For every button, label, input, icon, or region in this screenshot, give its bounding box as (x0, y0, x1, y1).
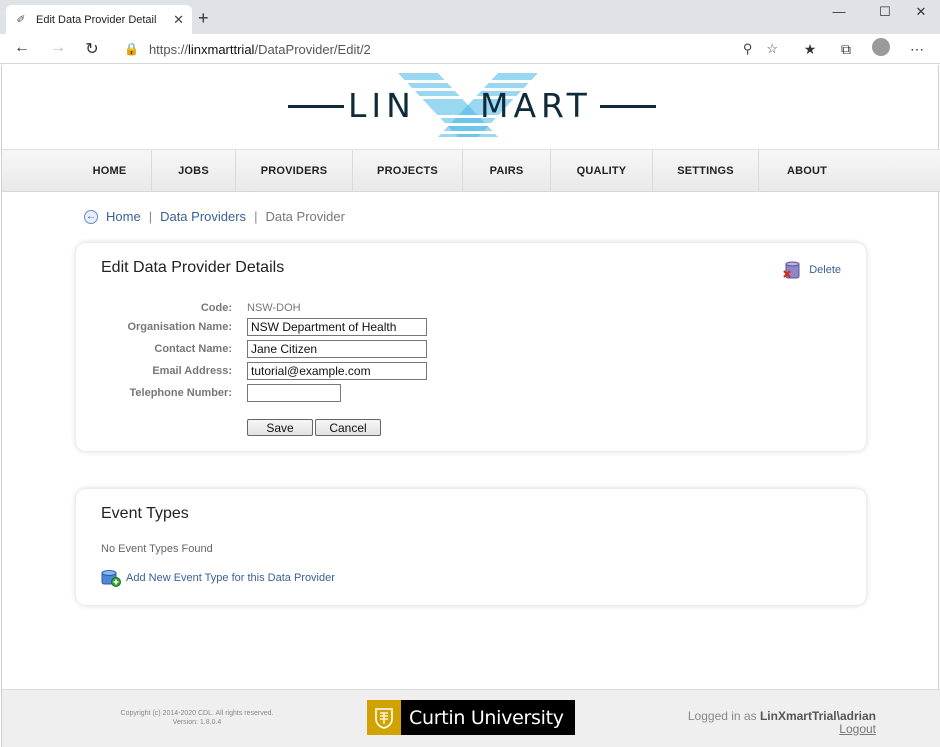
delete-label: Delete (809, 264, 841, 276)
contact-label: Contact Name: (154, 343, 232, 355)
cancel-button[interactable]: Cancel (315, 419, 381, 436)
forward-icon[interactable]: → (46, 39, 70, 57)
organisation-name-input[interactable] (247, 318, 427, 336)
delete-icon (783, 261, 800, 279)
save-button[interactable]: Save (247, 419, 313, 436)
footer: Copyright (c) 2014-2020 CDL. All rights … (2, 689, 940, 747)
add-event-type-link[interactable]: Add New Event Type for this Data Provide… (101, 569, 335, 587)
logo-text-left: LIN (348, 86, 416, 125)
logged-in-prefix: Logged in as (687, 709, 757, 723)
curtin-university-logo: Curtin University (367, 700, 575, 735)
event-types-title: Event Types (101, 505, 189, 522)
logo-line-left (288, 105, 344, 108)
browser-toolbar: ← → ↻ 🔒 https://linxmarttrial/DataProvid… (0, 34, 940, 64)
breadcrumb-current: Data Provider (265, 209, 345, 224)
breadcrumb: ← Home | Data Providers | Data Provider (84, 209, 345, 224)
tab-favicon-icon: ✐ (16, 14, 26, 26)
minimize-icon[interactable]: — (824, 4, 854, 19)
contact-name-input[interactable] (247, 340, 427, 358)
maximize-icon[interactable]: ☐ (870, 4, 900, 20)
profile-avatar[interactable] (872, 38, 890, 56)
details-title: Edit Data Provider Details (101, 259, 285, 276)
event-types-card: Event Types No Event Types Found Add New… (76, 489, 866, 605)
breadcrumb-data-providers[interactable]: Data Providers (160, 209, 246, 224)
details-card: Edit Data Provider Details Delete Code: … (76, 243, 866, 451)
curtin-crest-icon (367, 700, 401, 735)
phone-label: Telephone Number: (129, 387, 232, 399)
code-label: Code: (200, 302, 232, 314)
breadcrumb-separator: | (148, 209, 153, 224)
close-window-icon[interactable]: ✕ (906, 4, 936, 20)
phone-row: Telephone Number: (76, 383, 496, 403)
code-row: Code: NSW-DOH (76, 298, 496, 318)
refresh-icon[interactable]: ↻ (80, 39, 104, 59)
page: LIN MART HOME JOBS PROVIDERS PROJECTS PA… (1, 65, 940, 747)
menu-about[interactable]: ABOUT (759, 150, 855, 192)
menu-projects[interactable]: PROJECTS (353, 150, 463, 192)
email-address-input[interactable] (247, 362, 427, 380)
collections-icon[interactable]: ⧉ (834, 41, 858, 58)
back-arrow-icon[interactable]: ← (84, 209, 98, 224)
main-menu: HOME JOBS PROVIDERS PROJECTS PAIRS QUALI… (2, 149, 940, 192)
linxmart-logo: LIN MART (288, 73, 656, 137)
browser-titlebar: ✐ Edit Data Provider Detail ✕ + — ☐ ✕ (0, 0, 940, 34)
address-bar[interactable]: 🔒 https://linxmarttrial/DataProvider/Edi… (114, 37, 788, 61)
url-prefix: https:// (148, 41, 188, 57)
menu-home[interactable]: HOME (68, 150, 152, 192)
menu-pairs[interactable]: PAIRS (463, 150, 551, 192)
url-text[interactable]: https://linxmarttrial/DataProvider/Edit/… (149, 42, 729, 57)
version-line: Version: 1.8.0.4 (172, 719, 222, 726)
organisation-row: Organisation Name: (76, 317, 496, 337)
zoom-icon[interactable]: ⚲ (743, 41, 753, 57)
email-row: Email Address: (76, 361, 496, 381)
copyright-line: Copyright (c) 2014-2020 CDL. All rights … (120, 710, 274, 717)
add-database-icon (101, 570, 121, 587)
add-event-type-label: Add New Event Type for this Data Provide… (126, 572, 335, 584)
more-menu-icon[interactable]: ⋯ (905, 41, 929, 58)
email-label: Email Address: (152, 365, 232, 377)
breadcrumb-home[interactable]: Home (106, 209, 141, 224)
menu-jobs[interactable]: JOBS (152, 150, 236, 192)
logged-in-user: LinXmartTrial\adrian (759, 709, 876, 723)
new-tab-icon[interactable]: + (198, 8, 209, 29)
no-event-types-text: No Event Types Found (101, 543, 213, 555)
telephone-number-input[interactable] (247, 384, 341, 402)
logout-link[interactable]: Logout (688, 723, 876, 736)
menu-providers[interactable]: PROVIDERS (236, 150, 353, 192)
favorites-list-icon[interactable]: ★ (798, 41, 822, 58)
copyright-text: Copyright (c) 2014-2020 CDL. All rights … (102, 709, 292, 727)
organisation-label: Organisation Name: (127, 321, 232, 333)
back-icon[interactable]: ← (10, 39, 34, 57)
logo-text-right: MART (480, 86, 592, 125)
tab-title: Edit Data Provider Detail (36, 13, 157, 26)
logo-line-right (600, 105, 656, 108)
menu-settings[interactable]: SETTINGS (653, 150, 759, 192)
favorite-star-icon[interactable]: ☆ (766, 41, 778, 57)
browser-tab[interactable]: ✐ Edit Data Provider Detail ✕ (6, 5, 192, 34)
university-name: Curtin University (409, 706, 564, 729)
tab-close-icon[interactable]: ✕ (173, 12, 184, 28)
url-path: /DataProvider/Edit/2 (254, 41, 371, 57)
breadcrumb-separator: | (254, 209, 258, 224)
lock-icon: 🔒 (124, 42, 139, 56)
menu-quality[interactable]: QUALITY (551, 150, 653, 192)
contact-row: Contact Name: (76, 339, 496, 359)
url-host: linxmarttrial (187, 41, 255, 57)
code-value: NSW-DOH (247, 302, 301, 314)
login-info: Logged in as LinXmartTrial\adrian Logout (688, 710, 876, 736)
delete-button[interactable]: Delete (783, 261, 841, 279)
